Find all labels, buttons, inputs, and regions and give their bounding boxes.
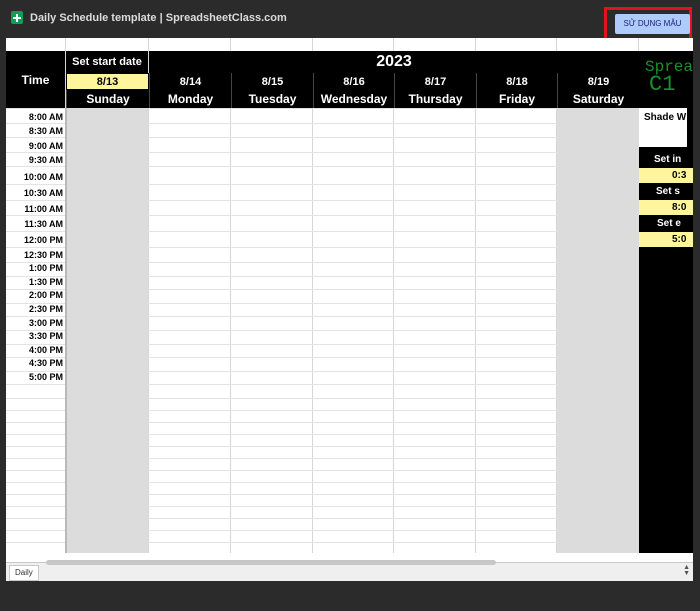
time-label: 3:00 PM [28, 318, 63, 328]
day-header: Wednesday [313, 90, 394, 108]
time-label: 2:00 PM [28, 290, 63, 300]
sheet-tab-daily[interactable]: Daily [9, 565, 39, 581]
time-label: 12:00 PM [23, 235, 63, 245]
time-label: 10:00 AM [23, 172, 63, 182]
day-header: Monday [149, 90, 231, 108]
time-label: 2:30 PM [28, 304, 63, 314]
time-label: 11:00 AM [24, 204, 63, 214]
column-gridline [312, 38, 313, 553]
start-time-label: Set s [656, 186, 680, 197]
sheets-icon [11, 11, 23, 24]
date-cell: 8/17 [394, 73, 476, 90]
time-label: 4:00 PM [28, 345, 63, 355]
column-gridline [148, 38, 149, 553]
end-time-value[interactable]: 5:0 [639, 232, 693, 247]
scroll-arrows-icon[interactable]: ▲ ▼ [683, 564, 690, 577]
day-header: Tuesday [231, 90, 313, 108]
shade-weekends-label: Shade W [644, 112, 687, 123]
end-time-label: Set e [657, 218, 681, 229]
day-header: Saturday [557, 90, 639, 108]
date-cell: 8/18 [476, 73, 557, 90]
shade-weekends-box[interactable]: Shade W [639, 108, 687, 147]
column-gridline [393, 38, 394, 553]
time-column-divider [65, 108, 67, 553]
date-cell[interactable]: 8/13 [66, 73, 149, 90]
sheet-tab-bar: Daily ▲ ▼ [6, 560, 693, 581]
saturday-column-shade [557, 108, 639, 553]
day-header: Thursday [394, 90, 476, 108]
time-label: 4:30 PM [28, 358, 63, 368]
time-label: 9:00 AM [28, 141, 63, 151]
settings-panel: Sprea C1 Shade W Set in 0:3 Set s 8:0 Se… [639, 51, 693, 553]
column-gridline [230, 38, 231, 553]
start-date-label: Set start date [66, 51, 148, 73]
brand-logo: Sprea C1 [645, 59, 693, 97]
time-label: 8:30 AM [28, 126, 63, 136]
horizontal-scrollbar[interactable] [46, 560, 496, 565]
time-label: 9:30 AM [28, 155, 63, 165]
year-header: 2023 [149, 51, 639, 73]
interval-label: Set in [654, 154, 682, 165]
use-template-button[interactable]: SỬ DỤNG MẪU [615, 14, 690, 34]
time-label: 3:30 PM [28, 331, 63, 341]
time-label: 8:00 AM [28, 112, 63, 122]
day-header: Sunday [66, 90, 149, 108]
column-gridline [475, 38, 476, 553]
time-label: 12:30 PM [23, 250, 63, 260]
date-cell: 8/14 [149, 73, 231, 90]
time-label: 1:30 PM [28, 277, 63, 287]
spreadsheet-grid[interactable]: Time Set start date 2023 8/13 8/14 8/15 … [6, 38, 693, 562]
date-cell: 8/19 [557, 73, 639, 90]
time-header: Time [6, 51, 65, 108]
time-label: 11:30 AM [24, 219, 63, 229]
interval-value[interactable]: 0:3 [639, 168, 693, 183]
top-bar: Daily Schedule template | SpreadsheetCla… [0, 0, 700, 43]
date-cell: 8/15 [231, 73, 313, 90]
start-time-value[interactable]: 8:0 [639, 200, 693, 215]
time-label: 10:30 AM [23, 188, 63, 198]
sunday-column-shade [66, 108, 148, 553]
brand-line: C1 [649, 72, 676, 97]
time-label: 5:00 PM [28, 372, 63, 382]
date-cell: 8/16 [313, 73, 394, 90]
time-label: 1:00 PM [28, 263, 63, 273]
document-title: Daily Schedule template | SpreadsheetCla… [30, 12, 287, 24]
day-header: Friday [476, 90, 557, 108]
